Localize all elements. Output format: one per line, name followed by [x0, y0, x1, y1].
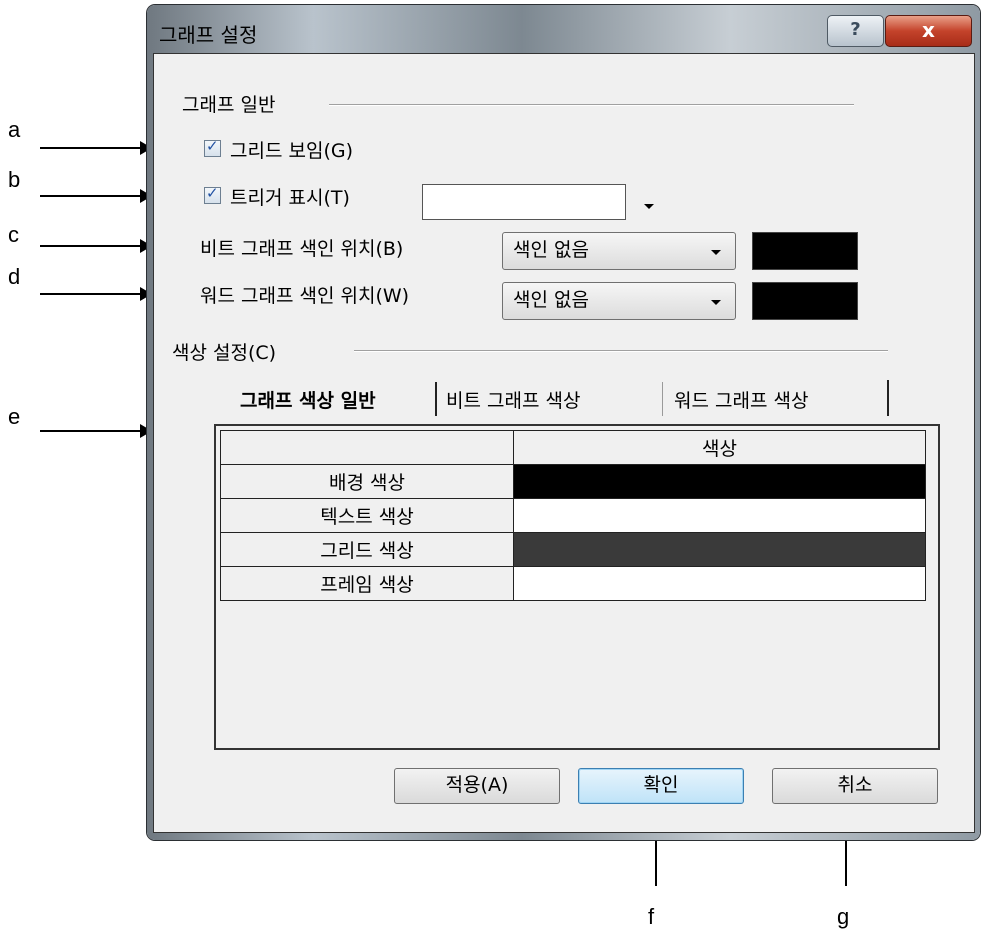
- graph-settings-dialog: 그래프 설정 ? x 그래프 일반 ✓ 그리드 보임(G) ✓ 트리거 표시(T…: [147, 5, 980, 840]
- callout-c-arrow: [40, 239, 152, 253]
- cancel-button[interactable]: 취소: [772, 768, 938, 804]
- check-icon: ✓: [206, 137, 219, 155]
- word-index-label: 워드 그래프 색인 위치(W): [200, 285, 410, 307]
- table-row[interactable]: 프레임 색상: [220, 566, 926, 601]
- table-row[interactable]: 그리드 색상: [220, 532, 926, 567]
- bit-index-select[interactable]: 색인 없음: [502, 232, 736, 270]
- row-name: 프레임 색상: [220, 566, 514, 601]
- row-name: 그리드 색상: [220, 532, 514, 567]
- tab-graph-color-general[interactable]: 그래프 색상 일반: [240, 386, 376, 413]
- section-divider: [354, 350, 888, 352]
- trigger-checkbox-label[interactable]: 트리거 표시(T): [230, 183, 350, 210]
- color-grid-panel: 색상 배경 색상 텍스트 색상 그리드 색상 프레임 색상: [214, 424, 940, 750]
- bit-index-label: 비트 그래프 색인 위치(B): [200, 238, 404, 260]
- table-row[interactable]: 텍스트 색상: [220, 498, 926, 533]
- row-color-swatch[interactable]: [513, 532, 926, 567]
- bit-index-color-swatch[interactable]: [752, 232, 858, 270]
- word-index-select[interactable]: 색인 없음: [502, 282, 736, 320]
- chevron-down-icon: [711, 250, 721, 255]
- row-name: 배경 색상: [220, 464, 514, 499]
- trigger-dropdown-arrow-icon[interactable]: [644, 204, 654, 209]
- bit-index-value: 색인 없음: [513, 239, 589, 261]
- help-button[interactable]: ?: [827, 15, 884, 47]
- table-header-cell: [220, 430, 514, 465]
- ok-button[interactable]: 확인: [578, 768, 744, 804]
- section-graph-general: 그래프 일반: [182, 94, 276, 116]
- tab-word-graph-color[interactable]: 워드 그래프 색상: [674, 386, 808, 413]
- callout-e: e: [8, 404, 21, 429]
- callout-b-arrow: [40, 189, 152, 203]
- word-index-color-swatch[interactable]: [752, 282, 858, 320]
- word-index-value: 색인 없음: [513, 289, 589, 311]
- tab-divider: [662, 382, 663, 416]
- callout-c: c: [8, 222, 19, 247]
- grid-checkbox-label[interactable]: 그리드 보임(G): [230, 136, 353, 163]
- grid-checkbox[interactable]: ✓: [204, 137, 221, 157]
- callout-a: a: [8, 117, 21, 142]
- section-color-settings: 색상 설정(C): [172, 342, 277, 364]
- tab-divider: [435, 382, 437, 416]
- row-color-swatch[interactable]: [513, 566, 926, 601]
- callout-d-arrow: [40, 287, 152, 301]
- tab-bit-graph-color[interactable]: 비트 그래프 색상: [446, 386, 580, 413]
- chevron-down-icon: [711, 300, 721, 305]
- callout-g: g: [837, 904, 850, 929]
- row-color-swatch[interactable]: [513, 498, 926, 533]
- title-bar[interactable]: 그래프 설정 ? x: [147, 5, 980, 53]
- color-table: 색상 배경 색상 텍스트 색상 그리드 색상 프레임 색상: [220, 430, 926, 601]
- table-row[interactable]: 배경 색상: [220, 464, 926, 499]
- callout-b: b: [8, 167, 21, 192]
- row-name: 텍스트 색상: [220, 498, 514, 533]
- check-icon: ✓: [206, 184, 219, 202]
- tab-divider: [887, 380, 889, 416]
- callout-f: f: [648, 904, 655, 929]
- dialog-client-area: 그래프 일반 ✓ 그리드 보임(G) ✓ 트리거 표시(T) 비트 그래프 색인…: [153, 53, 975, 833]
- table-header-row: 색상: [220, 430, 926, 465]
- callout-d: d: [8, 264, 21, 289]
- apply-button[interactable]: 적용(A): [394, 768, 560, 804]
- row-color-swatch[interactable]: [513, 464, 926, 499]
- close-button[interactable]: x: [885, 15, 972, 47]
- callout-a-arrow: [40, 141, 152, 155]
- table-header-color: 색상: [513, 430, 926, 465]
- callout-e-arrow: [40, 424, 152, 438]
- window-title: 그래프 설정: [159, 23, 258, 47]
- trigger-checkbox[interactable]: ✓: [204, 184, 221, 204]
- trigger-color-box[interactable]: [422, 184, 626, 220]
- section-divider: [329, 104, 854, 106]
